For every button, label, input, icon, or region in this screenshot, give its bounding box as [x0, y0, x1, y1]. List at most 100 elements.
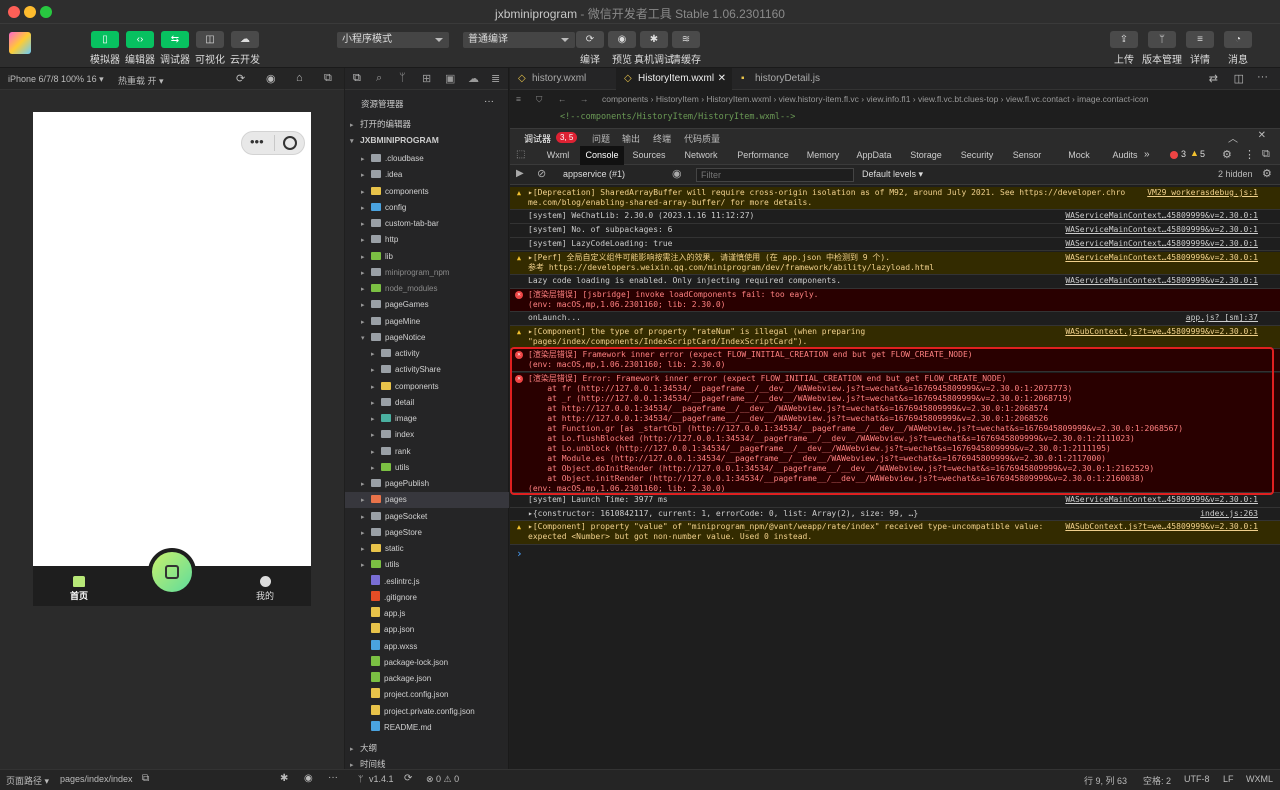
file-item[interactable]: app.json	[345, 622, 509, 638]
file-item[interactable]: .gitignore	[345, 590, 509, 606]
folder-item[interactable]: ▸ static	[345, 541, 509, 557]
folder-item[interactable]: ▸ pagePublish	[345, 476, 509, 492]
source-link[interactable]: WAServiceMainContext…45809999&v=2.30.0:1	[1065, 239, 1258, 249]
console-message[interactable]: ✕ [渲染层错误] Framework inner error (expect F…	[510, 349, 1280, 373]
console-message[interactable]: ▲ ▸[Component] the type of property "rate…	[510, 325, 1280, 350]
expand-arrow-icon[interactable]: ▸	[361, 542, 369, 558]
more-icon[interactable]: ···	[328, 772, 338, 783]
scan-button[interactable]	[148, 548, 196, 596]
split-editor-icon[interactable]: ◫	[1234, 72, 1244, 85]
collapse-panel-icon[interactable]: ︿	[1228, 130, 1238, 145]
preview-icon[interactable]: ◉	[304, 773, 313, 784]
source-link[interactable]: app.js? [sm]:37	[1186, 313, 1258, 323]
folder-item[interactable]: ▸ pageSocket	[345, 509, 509, 525]
bookmark-icon[interactable]: ⛉	[536, 90, 542, 108]
warning-count[interactable]: 5	[1200, 149, 1205, 159]
bell-button[interactable]: ◔ 消息	[1220, 31, 1256, 66]
console-settings-icon[interactable]: ⚙	[1262, 167, 1272, 180]
tab-code-quality[interactable]: 代码质量	[684, 132, 720, 145]
open-editors-section[interactable]: ▸ 打开的编辑器	[350, 118, 411, 130]
expand-arrow-icon[interactable]: ▸	[361, 201, 369, 217]
tab-terminal[interactable]: 终端	[653, 132, 671, 145]
devtools-tab-appdata[interactable]: AppData	[849, 146, 899, 165]
source-link[interactable]: WAServiceMainContext…45809999&v=2.30.0:1	[1065, 276, 1258, 286]
console-message[interactable]: [system] Launch Time: 3977 ms WAServiceMa…	[510, 494, 1280, 508]
folder-item[interactable]: ▸ config	[345, 200, 509, 216]
more-icon[interactable]: ···	[484, 96, 494, 107]
expand-arrow-icon[interactable]: ▸	[361, 298, 369, 314]
record-icon[interactable]: ◉	[266, 72, 276, 85]
cloud-button[interactable]: ☁ 云开发	[227, 31, 263, 66]
eol[interactable]: LF	[1223, 774, 1234, 784]
devtools-tab-sensor[interactable]: Sensor	[1002, 146, 1052, 165]
problems-count[interactable]: ⊗ 0 ⚠ 0	[426, 774, 459, 785]
folder-item[interactable]: ▸ node_modules	[345, 281, 509, 297]
expand-arrow-icon[interactable]: ▸	[371, 461, 379, 477]
devtools-tab-audits[interactable]: Audits	[1106, 146, 1144, 165]
more-icon[interactable]: •••	[250, 134, 264, 149]
folder-item[interactable]: ▸ .idea	[345, 167, 509, 183]
more-actions-icon[interactable]: ···	[1257, 71, 1268, 83]
expand-arrow-icon[interactable]: ▸	[371, 396, 379, 412]
expand-arrow-icon[interactable]: ▸	[361, 315, 369, 331]
expand-arrow-icon[interactable]: ▸	[371, 380, 379, 396]
tab-historyitem-wxml[interactable]: ◇ HistoryItem.wxml ✕	[616, 68, 732, 90]
hot-reload-toggle[interactable]: 热重载 开 ▾	[118, 74, 164, 87]
hidden-count[interactable]: 2 hidden	[1218, 169, 1253, 179]
tab-debugger[interactable]: 调试器	[524, 132, 551, 145]
console-message[interactable]: Lazy code loading is enabled. Only injec…	[510, 275, 1280, 289]
back-icon[interactable]: ←	[558, 90, 567, 108]
database-icon[interactable]: ≣	[491, 72, 500, 85]
device-select[interactable]: iPhone 6/7/8 100% 16 ▾	[8, 74, 104, 85]
devtools-tab-mock[interactable]: Mock	[1056, 146, 1102, 165]
folder-item[interactable]: ▸ pageGames	[345, 297, 509, 313]
expand-arrow-icon[interactable]: ▸	[371, 363, 379, 379]
source-link[interactable]: WASubContext.js?t=we…45809999&v=2.30.0:1	[1065, 327, 1258, 337]
console-message[interactable]: [system] LazyCodeLoading: true WAServiceM…	[510, 238, 1280, 252]
tab-output[interactable]: 输出	[622, 132, 640, 145]
git-branch[interactable]: v1.4.1	[369, 774, 394, 784]
folder-item[interactable]: ▸ pageMine	[345, 314, 509, 330]
copy-icon[interactable]: ⧉	[142, 773, 149, 784]
devtools-tab-sources[interactable]: Sources	[624, 146, 674, 165]
cursor-position[interactable]: 行 9, 列 63	[1084, 774, 1127, 787]
expand-arrow-icon[interactable]: ▸	[361, 493, 369, 509]
folder-item[interactable]: ▸ image	[345, 411, 509, 427]
expand-arrow-icon[interactable]: ▸	[371, 347, 379, 363]
folder-item[interactable]: ▸ utils	[345, 557, 509, 573]
source-link[interactable]: index.js:263	[1200, 509, 1258, 519]
file-item[interactable]: package.json	[345, 671, 509, 687]
close-panel-icon[interactable]: ✕	[1258, 130, 1266, 141]
source-link[interactable]: WASubContext.js?t=we…45809999&v=2.30.0:1	[1065, 522, 1258, 532]
folder-item[interactable]: ▸ miniprogram_npm	[345, 265, 509, 281]
tab-historydetail-js[interactable]: ▪ historyDetail.js	[733, 68, 843, 90]
folder-item[interactable]: ▸ http	[345, 232, 509, 248]
expand-arrow-icon[interactable]: ▸	[361, 168, 369, 184]
folder-item[interactable]: ▸ activity	[345, 346, 509, 362]
console-message[interactable]: ▲ ▸[Component] property "value" of "minip…	[510, 521, 1280, 545]
console-message[interactable]: ▲ ▸[Deprecation] SharedArrayBuffer will r…	[510, 187, 1280, 211]
expand-arrow-icon[interactable]: ▸	[361, 266, 369, 282]
more-tabs-icon[interactable]: »	[1144, 149, 1150, 160]
folder-item[interactable]: ▸ pages	[345, 492, 509, 509]
cloud-icon[interactable]: ☁	[468, 72, 479, 85]
project-root[interactable]: ▾ JXBMINIPROGRAM	[350, 135, 439, 145]
expand-arrow-icon[interactable]: ▾	[361, 331, 369, 347]
console-message[interactable]: ▲ ▸[Perf] 全局自定义组件可能影响按需注入的效果, 请谨慎使用 (在 ap…	[510, 251, 1280, 275]
expand-arrow-icon[interactable]: ▸	[361, 282, 369, 298]
sync-icon[interactable]: ⟳	[404, 773, 412, 784]
devtools-tab-memory[interactable]: Memory	[798, 146, 848, 165]
folder-item[interactable]: ▾ pageNotice	[345, 330, 509, 346]
eye-icon[interactable]: ◉	[672, 167, 682, 180]
layers-button[interactable]: ≋ 清缓存	[668, 31, 704, 66]
devtools-tab-network[interactable]: Network	[675, 146, 727, 165]
page-path-label[interactable]: 页面路径 ▾	[6, 774, 49, 787]
source-link[interactable]: VM29 workerasdebug.js:1	[1147, 188, 1258, 198]
search-icon[interactable]: ⌕	[376, 72, 382, 85]
file-item[interactable]: app.js	[345, 606, 509, 622]
devtools-tab-performance[interactable]: Performance	[730, 146, 796, 165]
inspect-icon[interactable]: ⬚	[516, 149, 525, 160]
folder-item[interactable]: ▸ activityShare	[345, 362, 509, 378]
expand-arrow-icon[interactable]: ▸	[361, 510, 369, 526]
devtools-tab-wxml[interactable]: Wxml	[536, 146, 580, 165]
